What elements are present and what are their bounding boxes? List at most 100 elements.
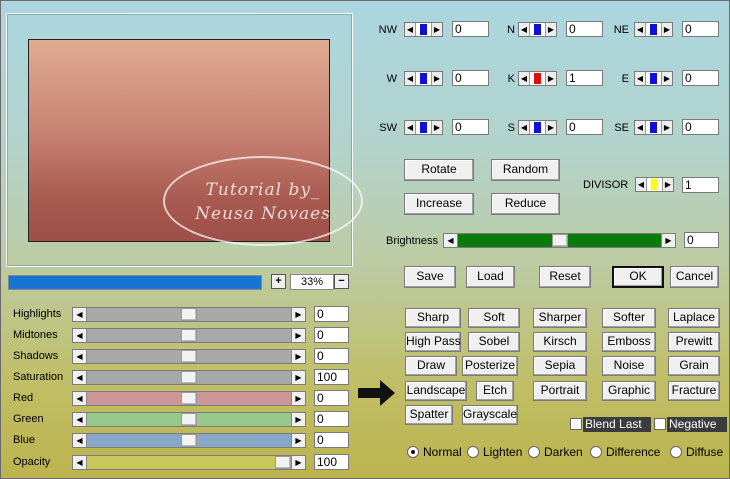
matrix-value-field[interactable]: 0 [682,70,719,86]
slider-value-field[interactable]: 0 [314,306,349,322]
increase-arrow-icon[interactable]: ▶ [545,23,556,36]
slider-value-field[interactable]: 0 [314,327,349,343]
matrix-value-field[interactable]: 0 [452,70,489,86]
left-arrow-icon[interactable]: ◀ [73,456,87,469]
ok-button[interactable]: OK [612,266,664,288]
preset-button[interactable]: Sharp [405,308,461,328]
left-arrow-icon[interactable]: ◀ [73,329,87,342]
brightness-field[interactable]: 0 [684,232,719,248]
right-arrow-icon[interactable]: ▶ [291,308,305,321]
matrix-value-field[interactable]: 0 [682,21,719,37]
zoom-out-button[interactable]: − [334,274,349,289]
preset-button[interactable]: Draw [405,356,457,376]
matrix-value-field[interactable]: 0 [452,21,489,37]
right-arrow-icon[interactable]: ▶ [291,434,305,447]
increase-arrow-icon[interactable]: ▶ [545,72,556,85]
adjustment-slider[interactable]: ◀ ▶ [72,328,306,343]
matrix-spinner[interactable]: ◀ ▶ [518,71,557,86]
slider-thumb[interactable] [552,234,568,247]
adjustment-slider[interactable]: ◀ ▶ [72,412,306,427]
right-arrow-icon[interactable]: ▶ [661,234,675,247]
matrix-spinner[interactable]: ◀ ▶ [634,71,673,86]
slider-value-field[interactable]: 100 [314,454,349,470]
preset-button[interactable]: Spatter [405,405,453,425]
cancel-button[interactable]: Cancel [670,266,719,288]
left-arrow-icon[interactable]: ◀ [73,308,87,321]
decrease-arrow-icon[interactable]: ◀ [635,23,646,36]
preset-button[interactable]: Fracture [668,381,720,401]
slider-thumb[interactable] [181,371,197,384]
decrease-arrow-icon[interactable]: ◀ [405,23,416,36]
adjustment-slider[interactable]: ◀ ▶ [72,433,306,448]
adjustment-slider[interactable]: ◀ ▶ [72,370,306,385]
preset-button[interactable]: Grain [668,356,720,376]
left-arrow-icon[interactable]: ◀ [73,413,87,426]
matrix-value-field[interactable]: 0 [452,119,489,135]
matrix-spinner[interactable]: ◀ ▶ [404,71,443,86]
preset-button[interactable]: Portrait [533,381,587,401]
slider-thumb[interactable] [181,434,197,447]
preset-button[interactable]: Kirsch [533,332,587,352]
adjustment-slider[interactable]: ◀ ▶ [72,455,306,470]
adjustment-slider[interactable]: ◀ ▶ [72,391,306,406]
blend-mode-radio[interactable] [590,446,602,458]
slider-value-field[interactable]: 0 [314,348,349,364]
divisor-spinner[interactable]: ◀ ▶ [635,177,674,192]
preset-button[interactable]: Noise [602,356,656,376]
increase-arrow-icon[interactable]: ▶ [431,121,442,134]
blend-mode-radio[interactable] [407,446,419,458]
blend-mode-radio[interactable] [467,446,479,458]
slider-thumb[interactable] [181,308,197,321]
matrix-spinner[interactable]: ◀ ▶ [404,22,443,37]
slider-thumb[interactable] [181,329,197,342]
divisor-field[interactable]: 1 [682,177,719,193]
decrease-arrow-icon[interactable]: ◀ [635,121,646,134]
preset-button[interactable]: High Pass [405,332,461,352]
matrix-spinner[interactable]: ◀ ▶ [518,120,557,135]
decrease-arrow-icon[interactable]: ◀ [405,121,416,134]
brightness-slider[interactable]: ◀ ▶ [443,233,676,248]
slider-value-field[interactable]: 0 [314,411,349,427]
left-arrow-icon[interactable]: ◀ [73,350,87,363]
negative-checkbox[interactable] [654,418,666,430]
increase-arrow-icon[interactable]: ▶ [662,178,673,191]
matrix-spinner[interactable]: ◀ ▶ [518,22,557,37]
preset-button[interactable]: Etch [476,381,514,401]
preset-button[interactable]: Laplace [668,308,720,328]
right-arrow-icon[interactable]: ▶ [291,413,305,426]
preset-button[interactable]: Landscape [405,381,467,401]
decrease-arrow-icon[interactable]: ◀ [519,72,530,85]
preset-button[interactable]: Sharper [533,308,587,328]
slider-value-field[interactable]: 0 [314,390,349,406]
blend-mode-radio[interactable] [528,446,540,458]
blend-last-checkbox[interactable] [570,418,582,430]
zoom-in-button[interactable]: + [271,274,286,289]
save-button[interactable]: Save [404,266,456,288]
left-arrow-icon[interactable]: ◀ [73,392,87,405]
increase-button[interactable]: Increase [404,193,474,215]
adjustment-slider[interactable]: ◀ ▶ [72,307,306,322]
preset-button[interactable]: Sepia [533,356,587,376]
preset-button[interactable]: Emboss [602,332,656,352]
right-arrow-icon[interactable]: ▶ [291,371,305,384]
reset-button[interactable]: Reset [539,266,591,288]
matrix-value-field[interactable]: 1 [566,70,603,86]
left-arrow-icon[interactable]: ◀ [73,371,87,384]
slider-value-field[interactable]: 0 [314,432,349,448]
decrease-arrow-icon[interactable]: ◀ [636,178,647,191]
increase-arrow-icon[interactable]: ▶ [431,72,442,85]
right-arrow-icon[interactable]: ▶ [291,329,305,342]
left-arrow-icon[interactable]: ◀ [444,234,458,247]
decrease-arrow-icon[interactable]: ◀ [405,72,416,85]
preset-button[interactable]: Sobel [468,332,520,352]
left-arrow-icon[interactable]: ◀ [73,434,87,447]
right-arrow-icon[interactable]: ▶ [291,392,305,405]
increase-arrow-icon[interactable]: ▶ [431,23,442,36]
preset-button[interactable]: Softer [602,308,656,328]
slider-value-field[interactable]: 100 [314,369,349,385]
right-arrow-icon[interactable]: ▶ [291,456,305,469]
increase-arrow-icon[interactable]: ▶ [661,121,672,134]
increase-arrow-icon[interactable]: ▶ [661,23,672,36]
matrix-value-field[interactable]: 0 [566,21,603,37]
preset-button[interactable]: Soft [468,308,520,328]
